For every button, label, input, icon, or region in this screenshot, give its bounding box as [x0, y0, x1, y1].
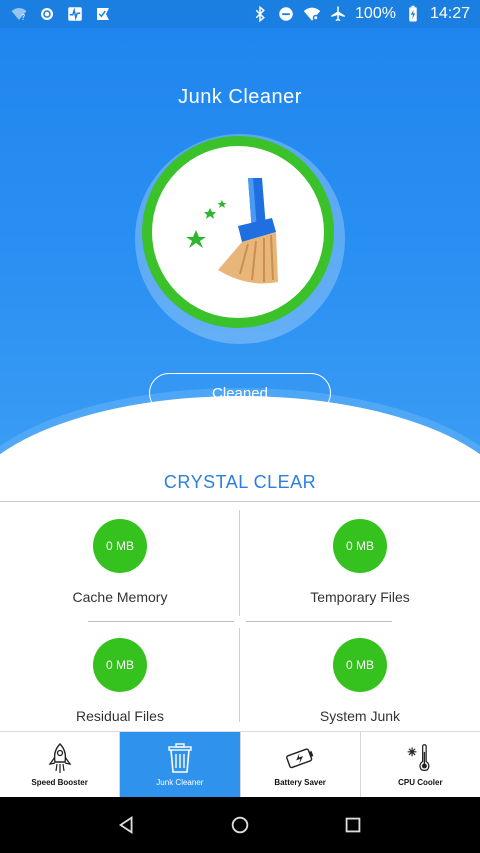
stat-system-junk: 0 MB System Junk	[240, 638, 480, 724]
rocket-icon	[48, 743, 72, 773]
stat-cache-memory: 0 MB Cache Memory	[0, 519, 240, 605]
status-left-icons: ?	[10, 5, 112, 23]
nav-cpu-cooler[interactable]: CPU Cooler	[361, 732, 480, 797]
battery-percent: 100%	[355, 5, 396, 22]
stat-value-badge: 0 MB	[93, 519, 147, 573]
stat-value-badge: 0 MB	[333, 638, 387, 692]
nav-label: Battery Saver	[274, 778, 326, 787]
airplane-icon	[329, 5, 347, 23]
nav-label: Speed Booster	[31, 778, 88, 787]
svg-text:?: ?	[21, 13, 25, 22]
stat-label: Cache Memory	[72, 589, 168, 605]
bluetooth-icon	[251, 5, 269, 23]
grid-divider-horizontal-left	[88, 621, 234, 622]
check-flag-icon	[94, 5, 112, 23]
battery-bolt-icon	[286, 748, 314, 769]
nav-junk-cleaner[interactable]: Junk Cleaner	[120, 732, 241, 797]
status-bar: ? 100% 14:27	[0, 0, 480, 28]
section-title: CRYSTAL CLEAR	[163, 472, 317, 492]
activity-icon	[66, 5, 84, 23]
stat-label: Temporary Files	[310, 589, 410, 605]
section-divider	[0, 501, 480, 502]
battery-icon	[404, 5, 422, 23]
circle-notification-icon	[38, 5, 56, 23]
stat-value-badge: 0 MB	[333, 519, 387, 573]
back-icon[interactable]	[115, 813, 139, 837]
trash-icon	[168, 743, 192, 773]
wifi-question-icon: ?	[10, 5, 28, 23]
page-title: Junk Cleaner	[178, 86, 302, 108]
system-navigation-bar	[0, 797, 480, 853]
nav-label: CPU Cooler	[398, 778, 443, 787]
stat-residual-files: 0 MB Residual Files	[0, 638, 240, 724]
grid-divider-horizontal-right	[246, 621, 392, 622]
status-right-icons: 100% 14:27	[251, 5, 470, 23]
wifi-icon	[303, 5, 321, 23]
hero-panel: Junk Cleaner Cleaned	[0, 28, 480, 460]
nav-battery-saver[interactable]: Battery Saver	[241, 732, 361, 797]
cleaned-button[interactable]: Cleaned	[149, 373, 331, 413]
stat-label: Residual Files	[76, 708, 164, 724]
thermometer-snowflake-icon	[408, 744, 430, 771]
recents-icon[interactable]	[341, 813, 365, 837]
clock: 14:27	[429, 5, 470, 22]
do-not-disturb-icon	[277, 5, 295, 23]
bottom-navigation: Speed Booster Junk Cleaner Battery Saver…	[0, 731, 480, 797]
broom-circle	[152, 146, 324, 318]
stat-label: System Junk	[319, 708, 401, 724]
nav-speed-booster[interactable]: Speed Booster	[0, 732, 121, 797]
stat-value-badge: 0 MB	[93, 638, 147, 692]
stat-temporary-files: 0 MB Temporary Files	[240, 519, 480, 605]
nav-label: Junk Cleaner	[156, 778, 204, 787]
broom-icon	[178, 170, 298, 295]
home-icon[interactable]	[228, 813, 252, 837]
